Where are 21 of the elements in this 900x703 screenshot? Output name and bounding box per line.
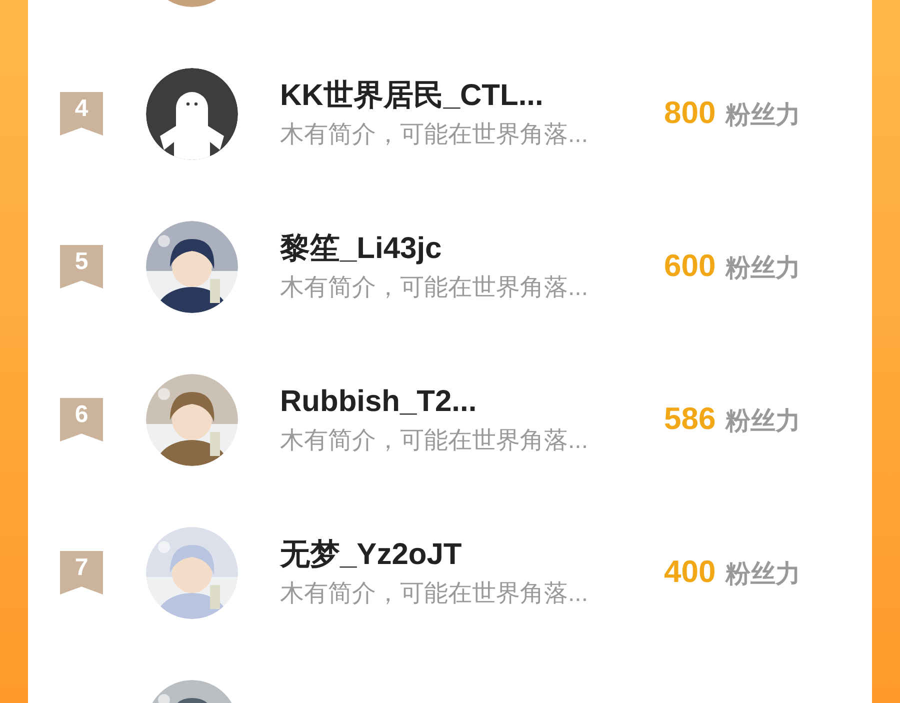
fan-score: 600 [664, 247, 716, 286]
fan-score: 800 [664, 94, 716, 132]
fan-score: 586 [664, 400, 716, 438]
fan-score-unit: 粉丝力 [726, 406, 801, 438]
user-bio: 木有简介，可能在世界角落... [280, 272, 590, 302]
rank-badge: 5 [60, 244, 103, 288]
user-name[interactable]: 无梦_Yz2oJT [280, 536, 650, 574]
fan-score: 400 [664, 553, 716, 592]
rank-badge: 7 [60, 550, 103, 594]
user-name[interactable]: 黎笙_Li43jc [280, 230, 650, 268]
user-bio: 木有简介，可能在世界角落... [280, 578, 590, 608]
fan-score-unit: 粉丝力 [726, 100, 801, 132]
user-bio: 木有简介，可能在世界角落... [280, 426, 590, 456]
rank-badge: 4 [60, 92, 103, 136]
default-avatar-icon [146, 68, 238, 160]
user-name[interactable]: KK世界居民_CTL... [280, 76, 650, 114]
user-bio: 木有简介，可能在世界角落... [280, 120, 590, 150]
rank-badge: 6 [60, 398, 103, 442]
fan-score-unit: 粉丝力 [726, 253, 801, 284]
user-name[interactable]: Rubbish_T2... [280, 382, 650, 420]
fan-score-unit: 粉丝力 [726, 559, 801, 590]
